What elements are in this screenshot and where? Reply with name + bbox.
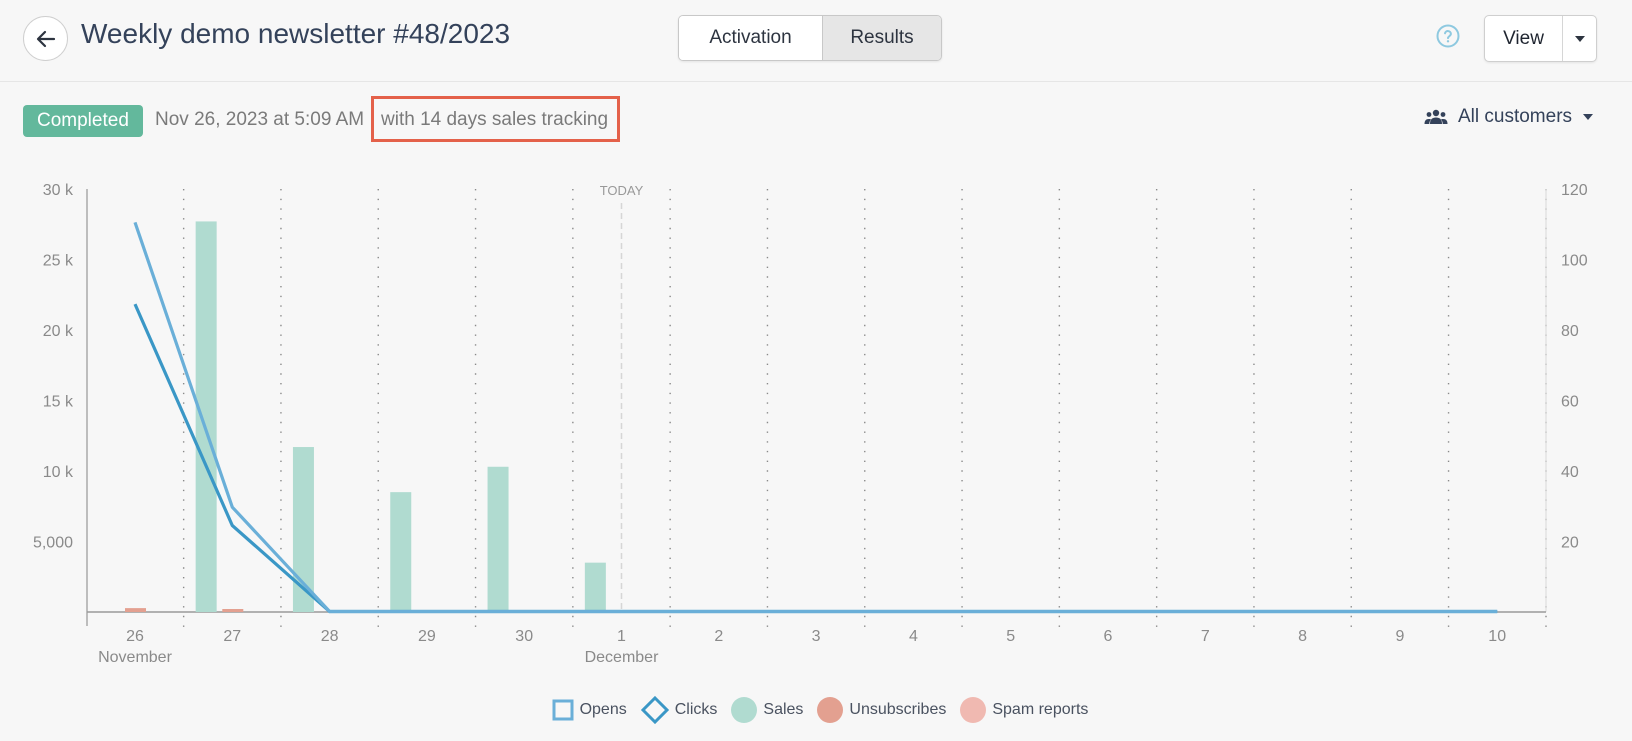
segment-select[interactable]: All customers [1424,106,1594,128]
caret-down-icon [1583,114,1594,120]
y-left-tick-label: 15 k [43,394,74,411]
sales-bar [195,221,217,612]
x-tick-label: 10 [1488,628,1506,645]
unsubscribes-bar [222,609,244,612]
unsubscribes-bar [125,608,146,612]
y-left-tick-label: 25 k [43,253,74,270]
help-icon[interactable] [1436,24,1460,48]
legend-sales[interactable]: Sales [731,696,803,724]
x-tick-label: 7 [1201,628,1210,645]
x-tick-label: 2 [714,628,723,645]
circle-marker-icon [960,697,987,723]
legend-label: Sales [763,701,804,718]
y-right-tick-label: 80 [1561,323,1579,340]
sales-bar [487,466,509,612]
x-tick-label: 29 [418,628,436,645]
x-tick-label: 3 [812,628,821,645]
results-chart: TODAY 5,000 10 k 15 k 20 k 25 k 30 k 20 40 60 80 10… [33,182,1588,666]
view-dropdown-toggle[interactable] [1563,16,1596,61]
sales-bar [390,492,412,612]
y-right-tick-label: 40 [1561,464,1579,481]
x-tick-label: 5 [1006,628,1015,645]
view-button[interactable]: View [1485,16,1563,61]
x-tick-label: 9 [1395,628,1404,645]
y-left-tick-label: 30 k [43,182,74,199]
users-icon [1424,109,1448,124]
y-left-tick-label: 10 k [43,464,74,481]
x-month-label: December [585,649,659,666]
clicks-line [133,303,1498,614]
y-left-tick-label: 5,000 [33,535,73,552]
tab-activation[interactable]: Activation [679,16,823,60]
legend-label: Unsubscribes [849,701,947,718]
y-right-tick-label: 60 [1561,394,1579,411]
y-right-tick-label: 120 [1561,182,1588,199]
x-tick-label: 4 [909,628,918,645]
x-tick-label: 27 [223,628,241,645]
legend-unsubscribes[interactable]: Unsubscribes [817,696,946,724]
x-tick-label: 1 [617,628,626,645]
legend-label: Opens [579,701,627,718]
x-tick-label: 6 [1104,628,1113,645]
page-header: Weekly demo newsletter #48/2023 Activati… [0,0,1632,82]
x-tick-label: 28 [321,628,339,645]
sent-date-text: Nov 26, 2023 at 5:09 AM [155,109,365,130]
legend-opens[interactable]: Opens [552,696,627,724]
x-tick-label: 26 [126,628,144,645]
square-marker-icon [552,699,574,721]
sent-date: Nov 26, 2023 at 5:09 AM · [155,109,376,131]
y-right-tick-label: 20 [1561,535,1579,552]
today-label: TODAY [600,183,644,198]
view-split-button: View [1484,15,1597,62]
y-right-tick-label: 100 [1561,253,1588,270]
opens-line [133,221,1498,614]
legend-spam-reports[interactable]: Spam reports [960,696,1088,724]
tab-results[interactable]: Results [823,16,941,60]
y-left-tick-label: 20 k [43,323,74,340]
legend-label: Clicks [674,701,718,718]
circle-marker-icon [817,697,844,723]
page-title: Weekly demo newsletter #48/2023 [81,18,511,49]
caret-down-icon [1574,35,1585,42]
x-month-label: November [98,649,172,666]
chart-legend: Opens Clicks Sales Unsubscribes Spam rep… [0,696,1632,724]
sales-tracking-text: with 14 days sales tracking [381,109,609,130]
status-badge: Completed [23,105,143,137]
x-tick-label: 30 [515,628,533,645]
diamond-marker-icon [640,696,669,724]
sales-bar [584,562,606,612]
arrow-left-icon [36,30,55,47]
x-tick-label: 8 [1298,628,1307,645]
segment-label: All customers [1458,106,1573,127]
back-button[interactable] [23,16,68,61]
view-tabs: Activation Results [678,15,942,61]
circle-marker-icon [731,697,758,723]
legend-label: Spam reports [992,701,1089,718]
legend-clicks[interactable]: Clicks [640,696,718,724]
